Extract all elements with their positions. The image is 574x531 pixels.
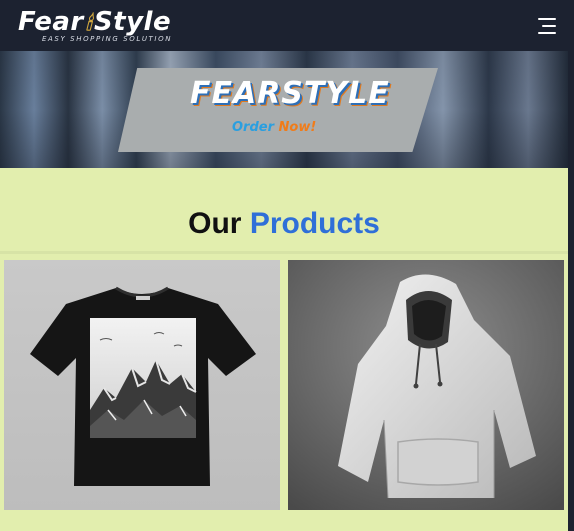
hoodie-image bbox=[288, 260, 564, 510]
products-heading-plain: Our bbox=[188, 207, 242, 240]
logo-tagline: EASY SHOPPING SOLUTION bbox=[42, 34, 173, 43]
order-now-label-part2: Now! bbox=[278, 120, 317, 135]
hero-banner: FEARSTYLE Order Now! bbox=[0, 51, 568, 168]
section-divider bbox=[0, 251, 568, 254]
tshirt-image bbox=[4, 260, 280, 510]
product-card-tshirt[interactable] bbox=[4, 260, 280, 510]
logo-emblem-icon: 🕯 bbox=[85, 10, 92, 35]
navbar: Fear 🕯Style EASY SHOPPING SOLUTION bbox=[0, 0, 574, 51]
order-now-label-part1: Order bbox=[232, 120, 274, 135]
hero-promo-panel: FEARSTYLE Order Now! bbox=[118, 68, 438, 152]
hamburger-menu-icon[interactable] bbox=[536, 17, 556, 34]
order-now-button[interactable]: Order Now! bbox=[232, 120, 316, 135]
products-heading-accent: Products bbox=[249, 207, 380, 240]
hero-title: FEARSTYLE bbox=[190, 76, 390, 111]
product-card-hoodie[interactable] bbox=[288, 260, 564, 510]
product-grid bbox=[4, 260, 564, 510]
brand-logo[interactable]: Fear 🕯Style EASY SHOPPING SOLUTION bbox=[18, 9, 172, 43]
logo-wordmark: Fear 🕯Style bbox=[18, 6, 172, 37]
products-heading: Our Products bbox=[0, 207, 568, 241]
page-scrollbar[interactable] bbox=[568, 51, 574, 531]
